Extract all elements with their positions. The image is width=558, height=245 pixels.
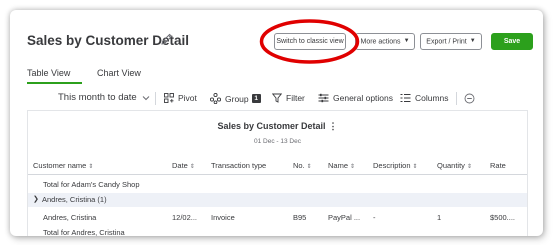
report-table: Sales by Customer Detail ⋮ 01 Dec - 13 De…: [27, 110, 528, 236]
cell-description: -: [373, 213, 376, 222]
column-header-label: Quantity: [437, 161, 465, 170]
cell-no: B95: [293, 213, 307, 222]
columns-button[interactable]: Columns: [400, 93, 449, 103]
cell-customer: Andres, Cristina: [43, 213, 97, 222]
report-toolbar: This month to date Pivot Group 1 Filter …: [10, 88, 543, 110]
group-label: Group: [225, 93, 249, 104]
switch-to-classic-view-button[interactable]: Switch to classic view: [274, 33, 346, 50]
active-tab-indicator: [27, 82, 82, 84]
sliders-icon: [318, 93, 329, 103]
tab-chart-view[interactable]: Chart View: [97, 68, 141, 78]
columns-icon: [400, 94, 411, 102]
general-options-button[interactable]: General options: [318, 93, 393, 103]
sort-icon: ⇕: [189, 164, 195, 170]
cell-date: 12/02...: [172, 213, 198, 222]
sort-icon: ⇕: [412, 164, 418, 170]
table-header: Customer name ⇕ Date ⇕ Transaction type No…: [28, 156, 527, 175]
more-actions-label: More actions: [360, 38, 401, 46]
group-row[interactable]: ❯ Andres, Cristina (1): [28, 193, 527, 207]
cell-name: PayPal ...: [328, 213, 361, 222]
group-row-label: Andres, Cristina (1): [42, 195, 107, 204]
column-header-label: No.: [293, 161, 305, 170]
report-header: Sales by Customer Detail Switch to class…: [10, 10, 543, 62]
column-header-rate[interactable]: Rate: [490, 161, 506, 170]
chevron-down-icon: ▼: [403, 38, 410, 44]
column-header-label: Rate: [490, 161, 506, 170]
pivot-button[interactable]: Pivot: [164, 93, 197, 103]
group-button[interactable]: Group 1: [210, 93, 261, 104]
cell-rate: $500....: [490, 213, 516, 222]
cell-transaction-type[interactable]: Invoice: [211, 213, 235, 222]
sort-icon: ⇕: [306, 164, 312, 170]
table-row[interactable]: Andres, Cristina 12/02... Invoice B95 Pa…: [28, 210, 527, 225]
group-icon: [210, 93, 221, 104]
chevron-down-icon[interactable]: ❯: [33, 195, 39, 203]
column-header-label: Transaction type: [211, 161, 267, 170]
tab-table-view[interactable]: Table View: [27, 68, 70, 78]
column-header-label: Customer name: [33, 161, 87, 170]
toolbar-divider: [155, 92, 156, 105]
more-actions-button[interactable]: More actions ▼: [355, 33, 415, 50]
date-range-dropdown[interactable]: This month to date: [58, 92, 151, 103]
pencil-icon[interactable]: [160, 32, 174, 46]
column-header-date[interactable]: Date ⇕: [172, 161, 195, 170]
report-date-range: 01 Dec - 13 Dec: [254, 138, 301, 145]
group-count-badge: 1: [251, 94, 261, 103]
toolbar-divider: [456, 92, 457, 105]
report-title: Sales by Customer Detail ⋮: [28, 121, 527, 132]
column-header-description[interactable]: Description ⇕: [373, 161, 418, 170]
total-row-label: Total for Andres, Cristina: [43, 228, 125, 236]
chevron-down-icon: [142, 95, 150, 100]
total-row-label: Total for Adam's Candy Shop: [43, 180, 140, 189]
filter-button[interactable]: Filter: [272, 93, 305, 103]
collapse-icon[interactable]: [464, 93, 475, 106]
save-button[interactable]: Save: [491, 33, 533, 50]
cell-quantity: 1: [437, 213, 442, 222]
column-header-label: Description: [373, 161, 411, 170]
columns-label: Columns: [415, 93, 449, 103]
column-header-label: Date: [172, 161, 188, 170]
sort-icon: ⇕: [350, 164, 356, 170]
general-options-label: General options: [333, 93, 394, 103]
column-header-quantity[interactable]: Quantity ⇕: [437, 161, 472, 170]
export-print-label: Export / Print: [426, 38, 467, 46]
pivot-icon: [164, 93, 174, 103]
sort-icon: ⇕: [88, 164, 94, 170]
column-header-name[interactable]: Name ⇕: [328, 161, 355, 170]
report-title-text: Sales by Customer Detail: [217, 121, 326, 131]
report-window: Sales by Customer Detail Switch to class…: [10, 10, 543, 236]
filter-label: Filter: [286, 93, 305, 103]
report-menu-icon[interactable]: ⋮: [329, 121, 338, 131]
pivot-label: Pivot: [178, 93, 197, 103]
column-header-transaction-type[interactable]: Transaction type: [211, 161, 266, 170]
switch-to-classic-view-label: Switch to classic view: [276, 38, 344, 45]
column-header-label: Name: [328, 161, 349, 170]
filter-icon: [272, 93, 282, 103]
sort-icon: ⇕: [466, 164, 472, 170]
date-range-label: This month to date: [58, 92, 137, 103]
save-label: Save: [503, 38, 521, 45]
column-header-no[interactable]: No. ⇕: [293, 161, 312, 170]
table-row: Total for Adam's Candy Shop: [28, 177, 527, 192]
column-header-customer-name[interactable]: Customer name ⇕: [33, 161, 93, 170]
table-row: Total for Andres, Cristina: [28, 225, 527, 236]
chevron-down-icon: ▼: [469, 38, 476, 44]
export-print-button[interactable]: Export / Print ▼: [420, 33, 482, 50]
